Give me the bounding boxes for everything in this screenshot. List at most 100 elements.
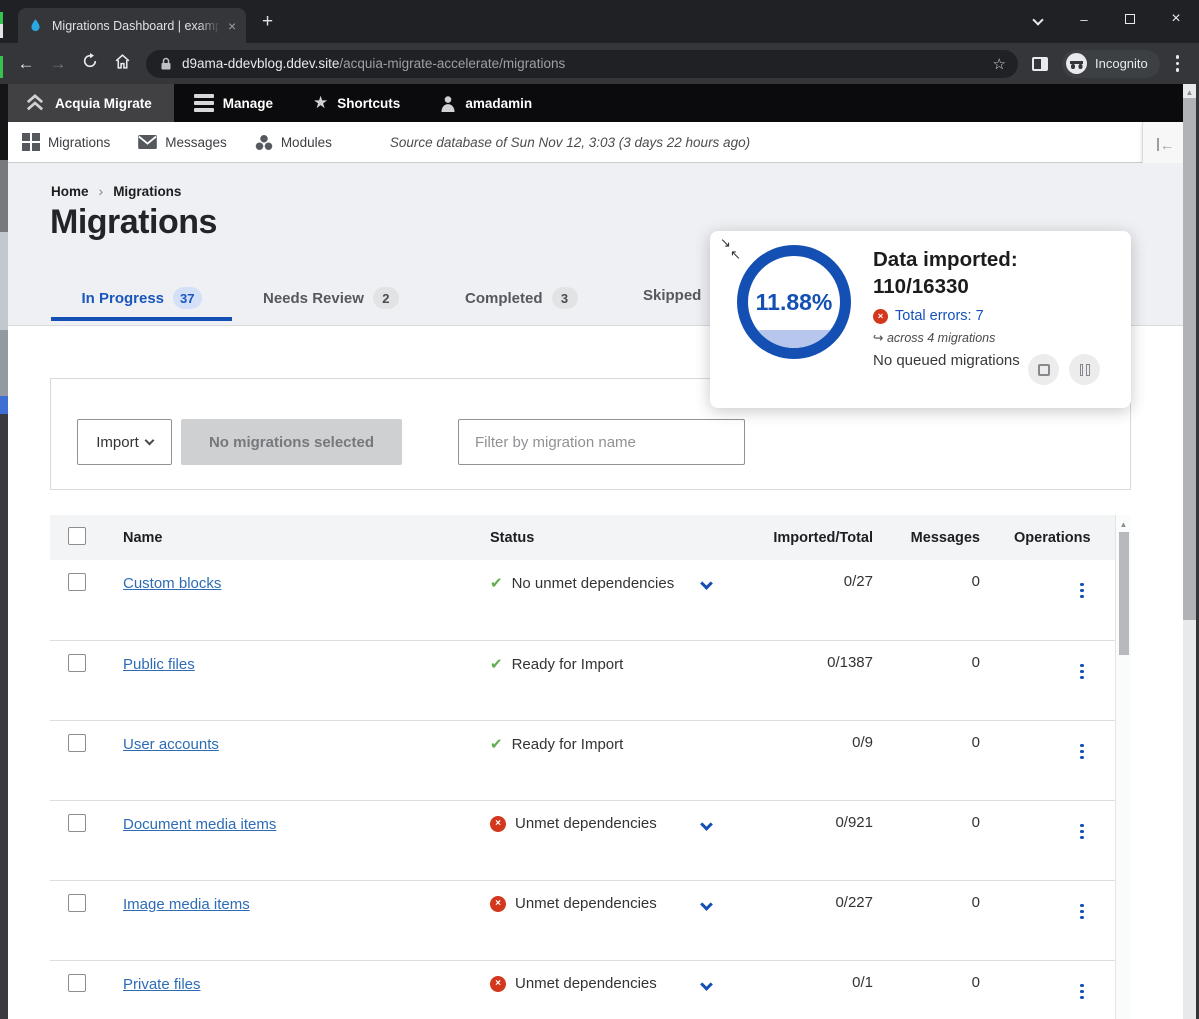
desktop-edge-fragment bbox=[0, 414, 8, 1019]
messages-nav-item[interactable]: Messages bbox=[138, 135, 241, 150]
incognito-icon bbox=[1066, 53, 1087, 74]
bookmark-star-icon[interactable]: ☆ bbox=[993, 55, 1006, 73]
table-scrollbar[interactable]: ▲ bbox=[1115, 515, 1131, 1019]
status-ok-icon: ✔ bbox=[490, 735, 503, 753]
scroll-up-icon[interactable]: ▲ bbox=[1116, 515, 1131, 529]
desktop-edge-fragment bbox=[0, 160, 8, 232]
double-chevron-up-icon bbox=[24, 94, 46, 112]
status-error-icon: × bbox=[490, 976, 506, 992]
queued-migrations-note: No queued migrations bbox=[873, 352, 1020, 369]
active-tab-underline bbox=[51, 317, 232, 321]
table-scrollbar-thumb[interactable] bbox=[1119, 532, 1129, 655]
migrations-table: Name Status Imported/Total Messages Oper… bbox=[50, 515, 1131, 1019]
scroll-up-icon[interactable]: ▲ bbox=[1183, 84, 1196, 97]
url-host: d9ama-ddevblog.ddev.site bbox=[182, 56, 339, 71]
incognito-label: Incognito bbox=[1095, 56, 1148, 71]
imported-total-value: 0/9 bbox=[750, 734, 873, 751]
imported-total-value: 0/1387 bbox=[750, 654, 873, 671]
forward-icon[interactable]: → bbox=[42, 54, 74, 74]
migration-name-link[interactable]: Public files bbox=[123, 656, 195, 673]
desktop-edge-fragment bbox=[0, 12, 3, 24]
window-menu-chevron-icon[interactable] bbox=[1015, 12, 1061, 27]
desktop-edge-fragment bbox=[0, 84, 8, 160]
imported-total-value: 0/921 bbox=[750, 814, 873, 831]
migration-name-link[interactable]: User accounts bbox=[123, 736, 219, 753]
back-icon[interactable]: ← bbox=[10, 54, 42, 74]
resize-nw-icon[interactable]: ↖ bbox=[730, 248, 741, 261]
row-checkbox[interactable] bbox=[68, 894, 86, 912]
chevron-down-icon[interactable] bbox=[700, 898, 713, 911]
acquia-migrate-brand[interactable]: Acquia Migrate bbox=[8, 84, 174, 122]
table-row: User accounts ✔ × Ready for Import 0/9 0 bbox=[50, 720, 1131, 800]
side-panel-icon[interactable] bbox=[1032, 57, 1048, 71]
window-minimize-button[interactable]: – bbox=[1061, 12, 1107, 27]
migration-name-link[interactable]: Private files bbox=[123, 976, 201, 993]
browser-menu-icon[interactable] bbox=[1176, 55, 1180, 72]
tab-in-progress[interactable]: In Progress 37 bbox=[51, 287, 232, 309]
table-row: Public files ✔ × Ready for Import 0/1387… bbox=[50, 640, 1131, 720]
total-errors-link[interactable]: Total errors: 7 bbox=[895, 308, 984, 324]
chevron-down-icon[interactable] bbox=[700, 978, 713, 991]
messages-count: 0 bbox=[873, 894, 980, 911]
pause-icon bbox=[1080, 364, 1090, 376]
migration-name-link[interactable]: Image media items bbox=[123, 896, 250, 913]
breadcrumb-current: Migrations bbox=[113, 184, 181, 199]
browser-tab[interactable]: Migrations Dashboard | example × bbox=[18, 8, 246, 43]
progress-circle: 11.88% bbox=[737, 245, 851, 359]
page-scrollbar[interactable]: ▲ bbox=[1183, 84, 1196, 1019]
pause-button[interactable] bbox=[1069, 354, 1100, 385]
collapse-toolbar-button[interactable]: ← bbox=[1142, 122, 1189, 168]
user-menu-item[interactable]: amadamin bbox=[420, 84, 552, 122]
modules-nav-item[interactable]: Modules bbox=[255, 134, 346, 151]
row-checkbox[interactable] bbox=[68, 654, 86, 672]
window-close-button[interactable]: × bbox=[1153, 10, 1199, 28]
kebab-menu-icon[interactable] bbox=[1080, 664, 1084, 680]
star-icon: ★ bbox=[313, 93, 328, 113]
home-icon[interactable] bbox=[106, 53, 138, 75]
window-maximize-button[interactable] bbox=[1107, 12, 1153, 27]
status-text: Unmet dependencies bbox=[515, 895, 657, 912]
url-bar[interactable]: d9ama-ddevblog.ddev.site/acquia-migrate-… bbox=[146, 50, 1018, 78]
grid-icon bbox=[22, 133, 40, 151]
filter-input[interactable] bbox=[458, 419, 745, 465]
new-tab-button[interactable]: + bbox=[262, 11, 273, 33]
stop-button[interactable] bbox=[1028, 354, 1059, 385]
reload-icon[interactable] bbox=[74, 53, 106, 74]
tab-skipped[interactable]: Skipped bbox=[643, 287, 701, 304]
lock-icon bbox=[160, 57, 172, 71]
select-all-checkbox[interactable] bbox=[68, 527, 86, 545]
shortcuts-menu-item[interactable]: ★ Shortcuts bbox=[293, 84, 420, 122]
imported-total-value: 0/27 bbox=[750, 573, 873, 590]
messages-count: 0 bbox=[873, 654, 980, 671]
tab-needs-review[interactable]: Needs Review 2 bbox=[263, 287, 399, 309]
row-checkbox[interactable] bbox=[68, 814, 86, 832]
tab-completed[interactable]: Completed 3 bbox=[465, 287, 578, 309]
kebab-menu-icon[interactable] bbox=[1080, 744, 1084, 760]
chevron-down-icon[interactable] bbox=[700, 818, 713, 831]
screen: Migrations Dashboard | example × + – × ←… bbox=[0, 0, 1199, 1019]
row-checkbox[interactable] bbox=[68, 573, 86, 591]
page-scrollbar-thumb[interactable] bbox=[1183, 98, 1196, 620]
kebab-menu-icon[interactable] bbox=[1080, 824, 1084, 840]
manage-menu-item[interactable]: Manage bbox=[174, 84, 293, 122]
modules-icon bbox=[255, 134, 273, 151]
across-migrations-note: ↪ across 4 migrations bbox=[873, 330, 1020, 345]
tab-close-icon[interactable]: × bbox=[228, 18, 236, 34]
table-row: Custom blocks ✔ × No unmet dependencies … bbox=[50, 560, 1131, 640]
migration-name-link[interactable]: Document media items bbox=[123, 816, 276, 833]
breadcrumb-home-link[interactable]: Home bbox=[51, 184, 89, 199]
row-checkbox[interactable] bbox=[68, 734, 86, 752]
source-database-note: Source database of Sun Nov 12, 3:03 (3 d… bbox=[390, 135, 750, 150]
chevron-down-icon[interactable] bbox=[700, 577, 713, 590]
kebab-menu-icon[interactable] bbox=[1080, 583, 1084, 599]
status-ok-icon: ✔ bbox=[490, 574, 503, 592]
status-ok-icon: ✔ bbox=[490, 655, 503, 673]
page-title: Migrations bbox=[50, 203, 217, 242]
migration-name-link[interactable]: Custom blocks bbox=[123, 575, 221, 592]
tab-count-badge: 37 bbox=[173, 287, 201, 309]
row-checkbox[interactable] bbox=[68, 974, 86, 992]
migrations-nav-item[interactable]: Migrations bbox=[22, 133, 124, 151]
kebab-menu-icon[interactable] bbox=[1080, 904, 1084, 920]
kebab-menu-icon[interactable] bbox=[1080, 984, 1084, 1000]
import-dropdown-button[interactable]: Import bbox=[77, 419, 172, 465]
